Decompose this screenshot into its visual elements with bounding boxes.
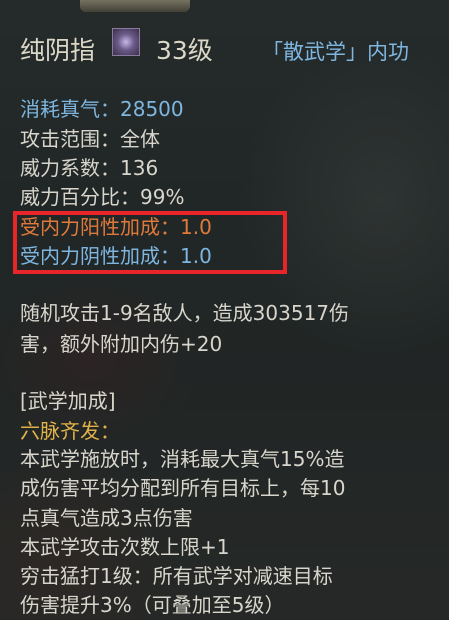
description-line-2: 害，额外附加内伤+20: [20, 332, 223, 356]
stat-power-pct: 威力百分比：99%: [20, 185, 185, 209]
skill-icon: [112, 28, 140, 56]
bonus-line-6: 伤害提升3%（可叠加至5级）: [20, 593, 285, 617]
skill-category: 「散武学」内功: [262, 40, 409, 64]
skill-level: 33级: [156, 36, 213, 65]
bonus-line-5: 穷击猛打1级：所有武学对减速目标: [20, 564, 333, 588]
bonus-line-4: 本武学攻击次数上限+1: [20, 535, 230, 559]
highlight-box: [13, 211, 287, 274]
stat-cost: 消耗真气：28500: [20, 97, 184, 121]
description-line-1: 随机攻击1-9名敌人，造成303517伤: [20, 301, 350, 325]
bonus-header: [武学加成]: [20, 389, 116, 413]
bonus-line-3: 点真气造成3点伤害: [20, 506, 193, 530]
stat-power-coef: 威力系数：136: [20, 156, 159, 180]
top-ornament: [80, 0, 190, 12]
bonus-subheader: 六脉齐发：: [20, 419, 120, 443]
bonus-line-1: 本武学施放时，消耗最大真气15%造: [20, 447, 345, 471]
bonus-line-2: 成伤害平均分配到所有目标上，每10: [20, 476, 346, 500]
stat-range: 攻击范围：全体: [20, 127, 160, 151]
skill-name: 纯阴指: [20, 36, 96, 65]
